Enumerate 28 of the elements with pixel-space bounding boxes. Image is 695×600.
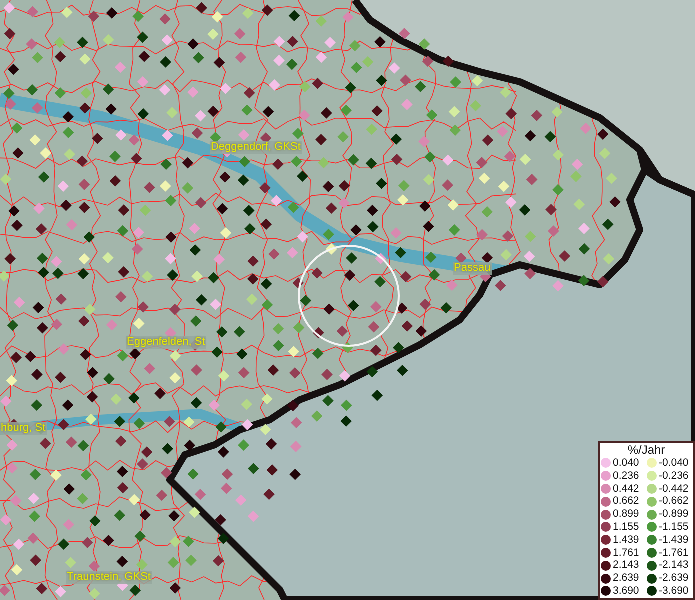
legend-value: -2.639: [659, 572, 690, 585]
legend-value: -0.040: [659, 457, 690, 470]
legend-value: 2.639: [613, 572, 640, 585]
place-label: Eggenfelden, St: [126, 336, 206, 349]
legend-value: 1.155: [613, 520, 640, 534]
legend-value: -3.690: [659, 584, 690, 598]
legend-value: 0.442: [613, 482, 640, 496]
legend-value: 0.662: [613, 495, 640, 508]
legend-value: -0.899: [659, 508, 690, 521]
legend-value: 2.143: [613, 559, 640, 572]
legend-value: -2.143: [659, 559, 690, 572]
legend-value: -0.662: [659, 495, 690, 508]
legend-value: 3.690: [613, 584, 640, 598]
legend-value: -1.761: [659, 546, 690, 560]
legend-value: 1.439: [613, 534, 640, 547]
legend-value: 0.899: [613, 508, 640, 521]
place-label: Passau: [453, 262, 492, 275]
legend-value: -1.155: [659, 520, 690, 534]
legend-value: 0.040: [613, 457, 640, 470]
legend-value: -0.442: [659, 482, 690, 496]
place-label: hburg, St: [0, 422, 47, 435]
place-label: Deggendorf, GKSt: [210, 141, 302, 154]
legend-value: -1.439: [659, 534, 690, 547]
legend-title: %/Jahr: [626, 443, 666, 457]
legend-value: 1.761: [613, 546, 640, 560]
place-label: Traunstein, GKSt: [66, 571, 152, 584]
legend-value: -0.236: [659, 470, 690, 483]
legend-value: 0.236: [613, 470, 640, 483]
